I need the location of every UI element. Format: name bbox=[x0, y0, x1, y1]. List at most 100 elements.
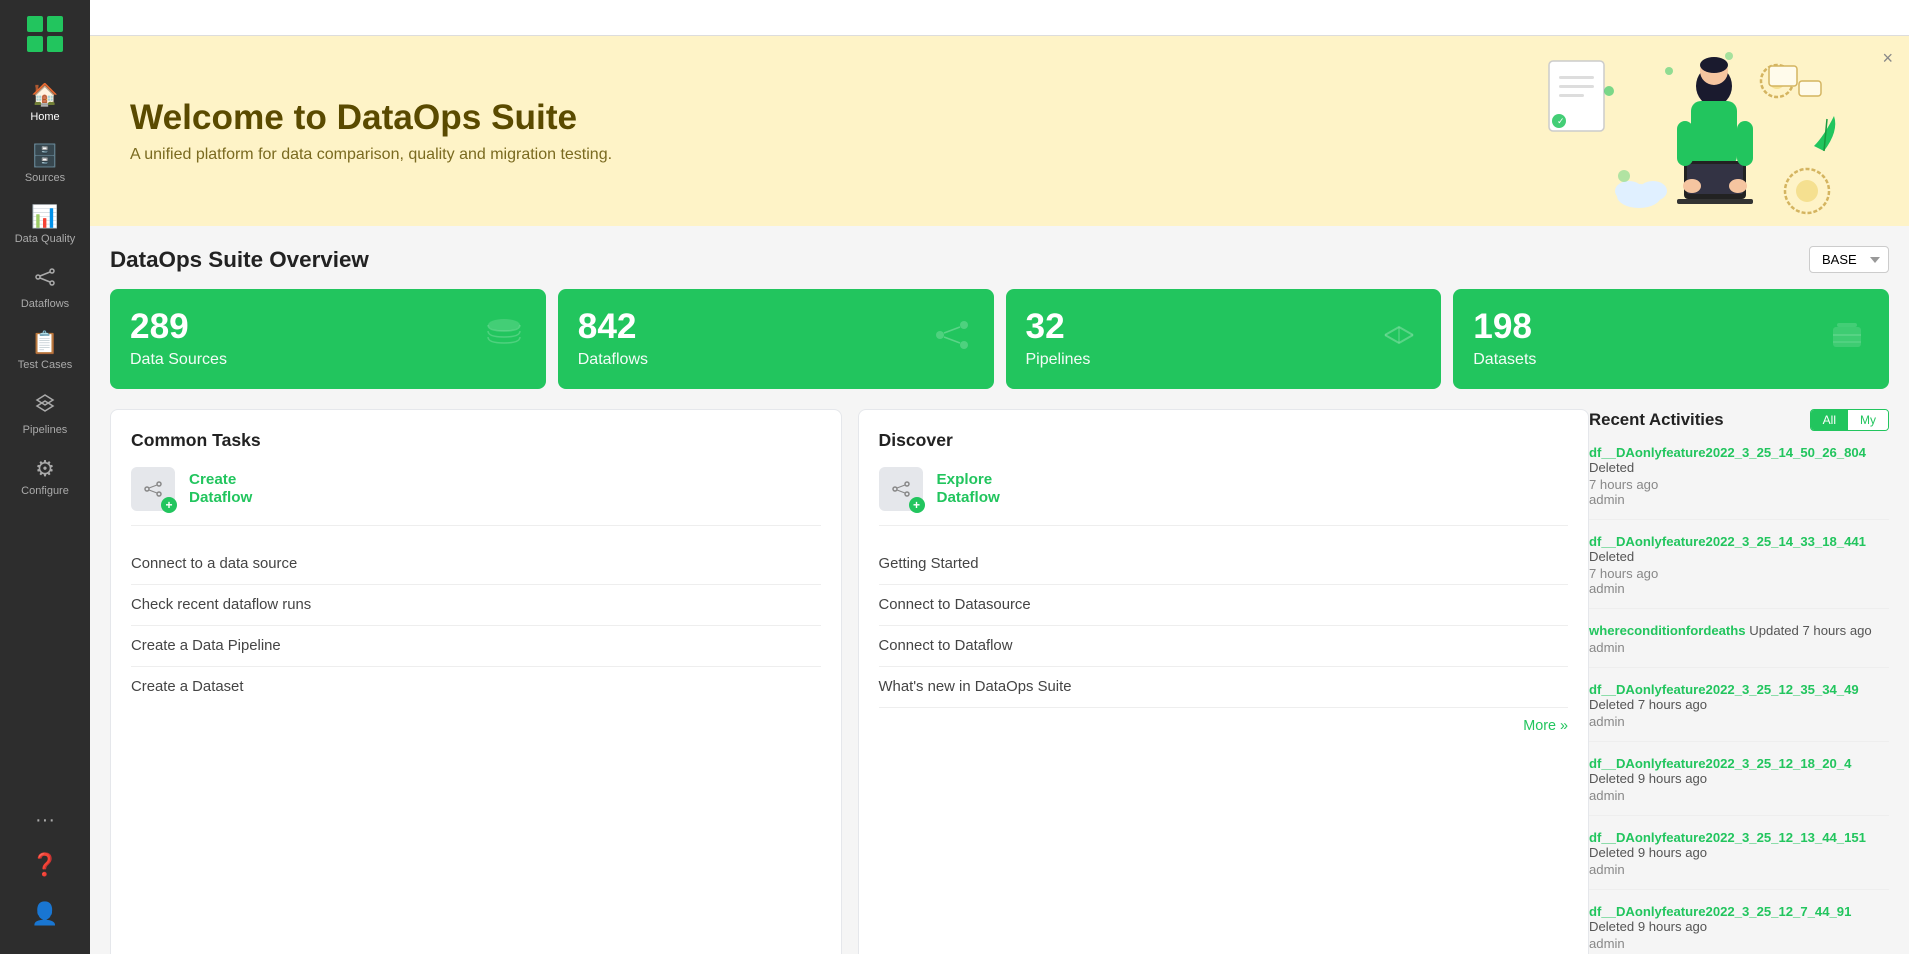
pipelines-icon bbox=[33, 391, 57, 421]
create-dataflow-text: Create Dataflow bbox=[189, 471, 252, 507]
discover-title: Discover bbox=[879, 430, 1569, 451]
welcome-text-block: Welcome to DataOps Suite A unified platf… bbox=[130, 98, 612, 164]
stat-card-df-left: 842 Dataflows bbox=[578, 309, 648, 368]
create-dataflow-icon-wrap: + bbox=[131, 467, 175, 511]
logo-sq2 bbox=[47, 16, 63, 32]
discover-panel: Discover bbox=[858, 409, 1590, 954]
base-selector[interactable]: BASE DEV QA PROD bbox=[1809, 246, 1889, 273]
stat-number-pipelines: 32 bbox=[1026, 309, 1091, 344]
activity-user-1: admin bbox=[1589, 581, 1625, 596]
top-bar bbox=[90, 0, 1909, 36]
stat-card-datasets[interactable]: 198 Datasets bbox=[1453, 289, 1889, 389]
help-icon: ❓ bbox=[31, 852, 58, 878]
sidebar: 🏠 Home 🗄️ Sources 📊 Data Quality Dataflo… bbox=[0, 0, 90, 954]
explore-dataflow-link[interactable]: Explore Dataflow bbox=[937, 471, 1000, 506]
sidebar-bottom: ··· ❓ 👤 bbox=[0, 799, 90, 954]
user-avatar-icon: 👤 bbox=[31, 901, 58, 927]
activity-link-1[interactable]: df__DAonlyfeature2022_3_25_14_33_18_441 bbox=[1589, 534, 1866, 549]
activity-user-2: admin bbox=[1589, 640, 1625, 655]
test-cases-icon: 📋 bbox=[31, 330, 58, 356]
logo-sq3 bbox=[27, 36, 43, 52]
bottom-area: Common Tasks bbox=[90, 409, 1909, 954]
sidebar-item-configure-label: Configure bbox=[21, 485, 69, 497]
sidebar-item-pipelines[interactable]: Pipelines bbox=[0, 381, 90, 446]
sidebar-item-user[interactable]: 👤 bbox=[0, 891, 90, 940]
activity-link-4[interactable]: df__DAonlyfeature2022_3_25_12_18_20_4 bbox=[1589, 756, 1851, 771]
activity-link-5[interactable]: df__DAonlyfeature2022_3_25_12_13_44_151 bbox=[1589, 830, 1866, 845]
stat-number-datasets: 198 bbox=[1473, 309, 1536, 344]
data-sources-icon bbox=[482, 313, 526, 366]
home-icon: 🏠 bbox=[31, 82, 58, 108]
overview-title: DataOps Suite Overview bbox=[110, 247, 369, 273]
task-connect-datasource[interactable]: Connect to a data source bbox=[131, 544, 821, 585]
stat-card-pipelines[interactable]: 32 Pipelines bbox=[1006, 289, 1442, 389]
stat-number-dataflows: 842 bbox=[578, 309, 648, 344]
create-dataflow-widget[interactable]: + Create Dataflow bbox=[131, 467, 821, 526]
activity-user-5: admin bbox=[1589, 862, 1625, 877]
create-dataflow-link[interactable]: Create Dataflow bbox=[189, 471, 252, 506]
datasets-card-icon bbox=[1825, 313, 1869, 366]
activity-item-0: df__DAonlyfeature2022_3_25_14_50_26_804 … bbox=[1589, 445, 1889, 520]
discover-connect-dataflow[interactable]: Connect to Dataflow bbox=[879, 626, 1569, 667]
discover-whats-new[interactable]: What's new in DataOps Suite bbox=[879, 667, 1569, 708]
sidebar-item-configure[interactable]: ⚙ Configure bbox=[0, 446, 90, 507]
stat-card-data-sources[interactable]: 289 Data Sources bbox=[110, 289, 546, 389]
sidebar-item-dq-label: Data Quality bbox=[15, 233, 76, 245]
stat-number-sources: 289 bbox=[130, 309, 227, 344]
sidebar-item-dataflows[interactable]: Dataflows bbox=[0, 255, 90, 320]
sidebar-more-button[interactable]: ··· bbox=[25, 799, 65, 842]
stat-label-sources: Data Sources bbox=[130, 351, 227, 369]
activity-item-2: whereconditionfordeaths Updated 7 hours … bbox=[1589, 623, 1889, 668]
activity-action-1: Deleted bbox=[1589, 549, 1634, 564]
tab-all-button[interactable]: All bbox=[1811, 410, 1848, 430]
task-check-dataflow-runs[interactable]: Check recent dataflow runs bbox=[131, 585, 821, 626]
dataflows-card-icon bbox=[930, 313, 974, 366]
sidebar-item-home[interactable]: 🏠 Home bbox=[0, 72, 90, 133]
activity-item-4: df__DAonlyfeature2022_3_25_12_18_20_4 De… bbox=[1589, 756, 1889, 816]
sources-icon: 🗄️ bbox=[31, 143, 58, 169]
activity-link-3[interactable]: df__DAonlyfeature2022_3_25_12_35_34_49 bbox=[1589, 682, 1859, 697]
activity-link-2[interactable]: whereconditionfordeaths bbox=[1589, 623, 1746, 638]
dataflows-icon bbox=[33, 265, 57, 295]
sidebar-item-help[interactable]: ❓ bbox=[0, 842, 90, 891]
activity-user-6: admin bbox=[1589, 936, 1625, 951]
stat-card-left: 289 Data Sources bbox=[130, 309, 227, 368]
activity-time-1: 7 hours ago bbox=[1589, 566, 1889, 581]
activity-user-0: admin bbox=[1589, 492, 1625, 507]
sidebar-item-data-quality[interactable]: 📊 Data Quality bbox=[0, 194, 90, 255]
welcome-title: Welcome to DataOps Suite bbox=[130, 98, 612, 138]
overview-header: DataOps Suite Overview BASE DEV QA PROD bbox=[110, 246, 1889, 273]
sidebar-item-sources[interactable]: 🗄️ Sources bbox=[0, 133, 90, 194]
overview-section: DataOps Suite Overview BASE DEV QA PROD … bbox=[90, 226, 1909, 389]
discover-more-link[interactable]: More » bbox=[879, 718, 1569, 734]
stat-card-dataflows[interactable]: 842 Dataflows bbox=[558, 289, 994, 389]
activity-item-6: df__DAonlyfeature2022_3_25_12_7_44_91 De… bbox=[1589, 904, 1889, 954]
activity-link-6[interactable]: df__DAonlyfeature2022_3_25_12_7_44_91 bbox=[1589, 904, 1851, 919]
tab-my-button[interactable]: My bbox=[1848, 410, 1888, 430]
explore-dataflow-plus-icon: + bbox=[909, 497, 925, 513]
sidebar-item-test-cases[interactable]: 📋 Test Cases bbox=[0, 320, 90, 381]
activity-item-5: df__DAonlyfeature2022_3_25_12_13_44_151 … bbox=[1589, 830, 1889, 890]
activity-item-3: df__DAonlyfeature2022_3_25_12_35_34_49 D… bbox=[1589, 682, 1889, 742]
banner-close-button[interactable]: × bbox=[1882, 48, 1893, 69]
sidebar-item-pipelines-label: Pipelines bbox=[23, 424, 68, 436]
activity-action-0: Deleted bbox=[1589, 460, 1634, 475]
discover-getting-started[interactable]: Getting Started bbox=[879, 544, 1569, 585]
welcome-subtitle: A unified platform for data comparison, … bbox=[130, 146, 612, 164]
logo-sq1 bbox=[27, 16, 43, 32]
svg-text:✓: ✓ bbox=[1557, 116, 1565, 126]
sidebar-item-tc-label: Test Cases bbox=[18, 359, 72, 371]
data-quality-icon: 📊 bbox=[31, 204, 58, 230]
discover-connect-datasource[interactable]: Connect to Datasource bbox=[879, 585, 1569, 626]
task-create-pipeline[interactable]: Create a Data Pipeline bbox=[131, 626, 821, 667]
activity-link-0[interactable]: df__DAonlyfeature2022_3_25_14_50_26_804 bbox=[1589, 445, 1866, 460]
explore-dataflow-widget[interactable]: + Explore Dataflow bbox=[879, 467, 1569, 526]
stat-label-pipelines: Pipelines bbox=[1026, 351, 1091, 369]
activity-action-4: Deleted 9 hours ago bbox=[1589, 771, 1707, 786]
stat-label-datasets: Datasets bbox=[1473, 351, 1536, 369]
task-create-dataset[interactable]: Create a Dataset bbox=[131, 667, 821, 707]
common-tasks-title: Common Tasks bbox=[131, 430, 821, 451]
stat-card-ds-left: 198 Datasets bbox=[1473, 309, 1536, 368]
activity-action-3: Deleted 7 hours ago bbox=[1589, 697, 1707, 712]
explore-dataflow-icon-wrap: + bbox=[879, 467, 923, 511]
